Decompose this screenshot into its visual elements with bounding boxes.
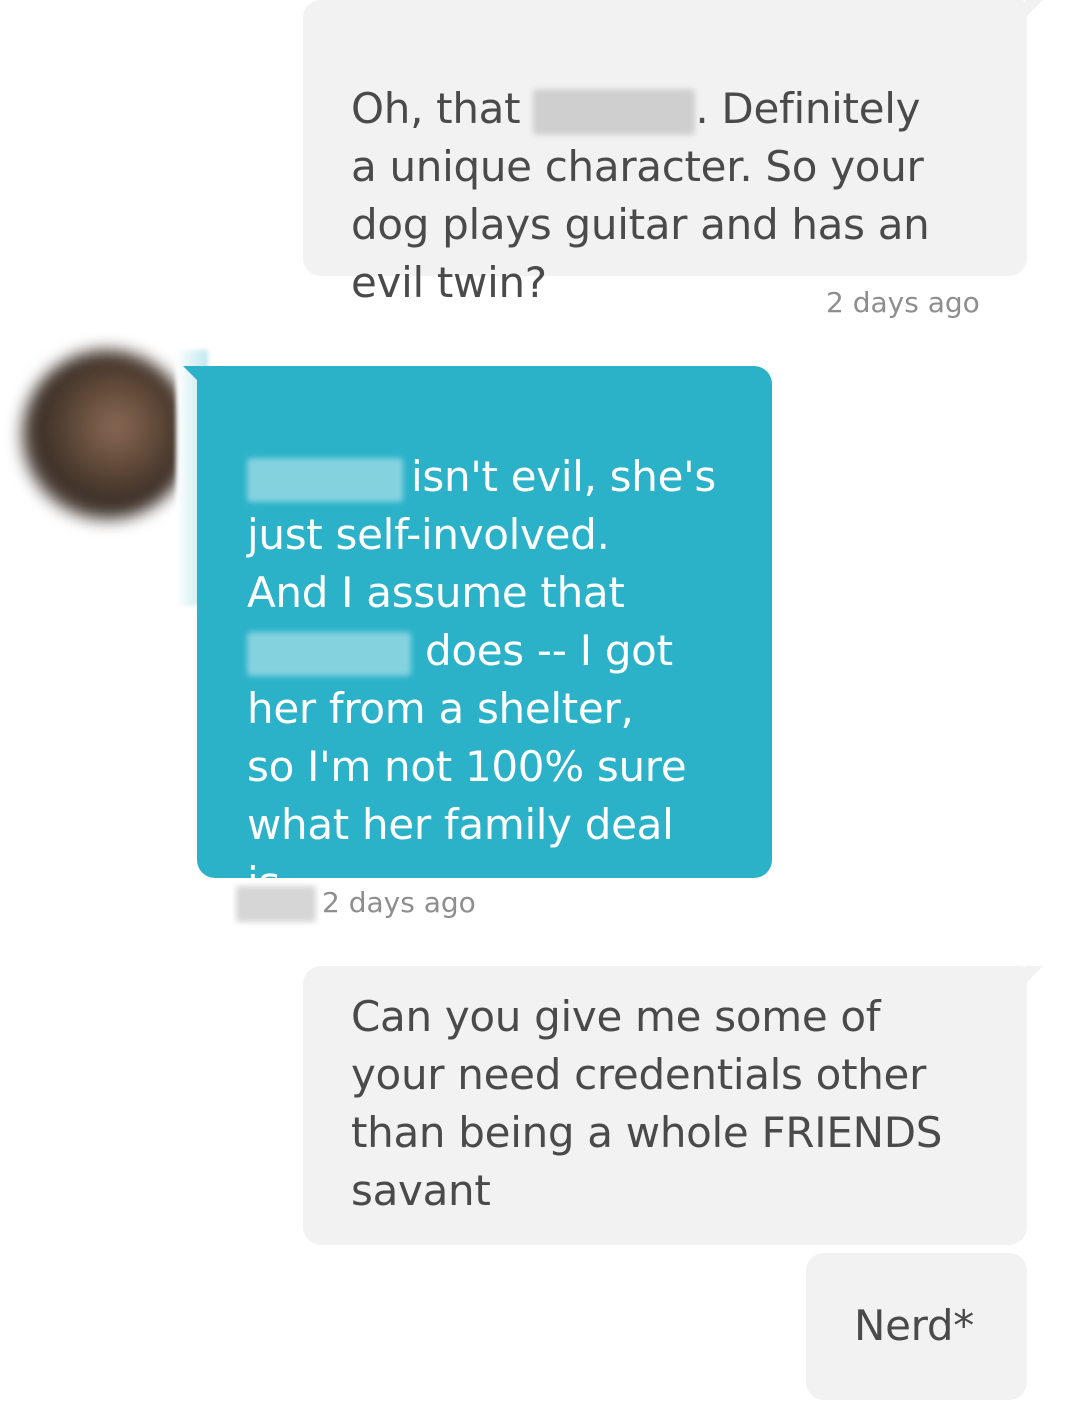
redacted-read-receipt — [236, 886, 316, 922]
sent-message-3[interactable]: Nerd* — [806, 1253, 1027, 1400]
message-text: isn't evil, she's just self-involved. And… — [247, 390, 767, 912]
message-text-part: a unique character. So your dog plays gu… — [351, 142, 930, 307]
message-text-part: isn't evil, she's — [411, 452, 716, 501]
message-text-part: . Definitely — [695, 84, 921, 133]
redacted-name — [247, 631, 411, 676]
timestamp: 2 days ago — [826, 286, 980, 319]
redacted-name — [533, 88, 696, 135]
redacted-name — [247, 457, 403, 502]
message-text-part: just self-involved. And I assume that — [247, 510, 625, 617]
message-text: Oh, that . Definitely a unique character.… — [351, 22, 1011, 312]
sent-message-2[interactable]: Can you give me some of your need creden… — [303, 966, 1043, 1245]
message-text: Nerd* — [854, 1301, 974, 1350]
message-text-part: her from a shelter, so I'm not 100% sure… — [247, 684, 687, 907]
sent-message-1[interactable]: Oh, that . Definitely a unique character.… — [303, 0, 1043, 307]
message-text-part: Oh, that — [351, 84, 534, 133]
message-text-part: does -- I got — [425, 626, 673, 675]
received-message[interactable]: isn't evil, she's just self-involved. And… — [183, 366, 772, 907]
bubble-tail — [1025, 966, 1043, 984]
timestamp: 2 days ago — [322, 886, 476, 919]
bubble-tail — [1025, 0, 1043, 18]
chat-thread: Oh, that . Definitely a unique character.… — [0, 0, 1080, 1408]
bubble-tail — [183, 366, 201, 384]
message-text: Can you give me some of your need creden… — [351, 992, 943, 1215]
contact-avatar[interactable] — [22, 350, 192, 520]
